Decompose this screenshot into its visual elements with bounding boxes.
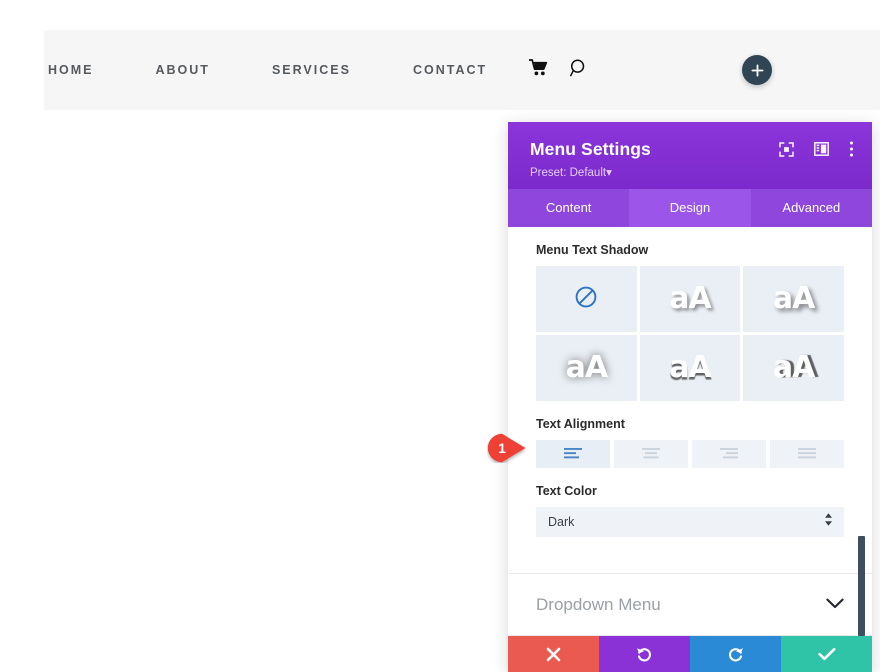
save-button[interactable] [781, 636, 872, 672]
annotation-pin-1: 1 [487, 433, 527, 463]
tab-design[interactable]: Design [629, 189, 750, 227]
check-icon [818, 647, 836, 661]
panel-tabs: Content Design Advanced [508, 189, 872, 227]
text-alignment-label: Text Alignment [536, 417, 844, 431]
align-right-button[interactable] [692, 440, 766, 468]
shadow-preview-text: aA [773, 353, 814, 383]
annotation-pin-number: 1 [487, 433, 517, 463]
align-center-button[interactable] [614, 440, 688, 468]
no-shadow-icon [574, 285, 598, 314]
shadow-option-bottom[interactable]: aA [640, 335, 741, 401]
undo-icon [636, 646, 653, 663]
shadow-preview-text: aA [773, 284, 814, 314]
shadow-option-soft-offset[interactable]: aA [640, 266, 741, 332]
chevron-down-icon [826, 596, 844, 614]
text-alignment-options [536, 440, 844, 468]
text-shadow-options: aA aA aA aA aA [536, 266, 844, 401]
redo-icon [727, 646, 744, 663]
align-justify-button[interactable] [770, 440, 844, 468]
nav-item-about[interactable]: ABOUT [156, 63, 210, 77]
panel-body: Menu Text Shadow aA [508, 227, 872, 636]
undo-button[interactable] [599, 636, 690, 672]
text-color-label: Text Color [536, 484, 844, 498]
add-circle-button[interactable] [742, 55, 772, 85]
cart-icon[interactable] [529, 59, 548, 81]
text-color-value: Dark [548, 515, 574, 529]
align-justify-icon [798, 448, 816, 460]
layout-view-icon[interactable] [814, 142, 829, 161]
preset-label: Preset: Default [530, 167, 606, 179]
nav-item-contact[interactable]: CONTACT [413, 63, 487, 77]
field-text-alignment: Text Alignment [508, 417, 872, 468]
plus-icon [751, 64, 764, 77]
panel-header: Menu Settings Preset: Default▾ [508, 122, 872, 189]
tab-advanced[interactable]: Advanced [751, 189, 872, 227]
field-text-color: Text Color Dark [508, 484, 872, 537]
shadow-option-blur-glow[interactable]: aA [536, 335, 637, 401]
shadow-preview-text: aA [669, 353, 710, 383]
panel-action-bar [508, 636, 872, 672]
panel-header-actions [779, 141, 854, 162]
nav-item-services[interactable]: SERVICES [272, 63, 351, 77]
shadow-preview-text: aA [669, 284, 710, 314]
text-color-select[interactable]: Dark [536, 507, 844, 537]
field-menu-text-shadow: Menu Text Shadow aA [508, 243, 872, 401]
close-icon [546, 647, 561, 662]
select-stepper-icon [824, 513, 833, 532]
focus-frame-icon[interactable] [779, 142, 794, 162]
shadow-option-none[interactable] [536, 266, 637, 332]
section-dropdown-menu[interactable]: Dropdown Menu [508, 574, 872, 636]
panel-scrollbar-thumb[interactable] [858, 536, 865, 636]
align-right-icon [720, 448, 738, 460]
site-nav: HOME ABOUT SERVICES CONTACT [44, 63, 521, 77]
shadow-preview-text: aA [566, 353, 607, 383]
cancel-button[interactable] [508, 636, 599, 672]
site-header-icons [529, 59, 588, 82]
menu-settings-panel: Menu Settings Preset: Default▾ [508, 122, 872, 672]
nav-item-home[interactable]: HOME [48, 63, 94, 77]
site-header: HOME ABOUT SERVICES CONTACT [44, 30, 880, 110]
preset-caret-icon: ▾ [606, 167, 612, 179]
shadow-option-right[interactable]: aA [743, 335, 844, 401]
more-vertical-icon[interactable] [849, 141, 854, 162]
tab-content[interactable]: Content [508, 189, 629, 227]
align-left-button[interactable] [536, 440, 610, 468]
align-center-icon [642, 448, 660, 460]
dropdown-menu-label: Dropdown Menu [536, 595, 661, 615]
search-icon[interactable] [570, 59, 588, 82]
shadow-option-hard-offset[interactable]: aA [743, 266, 844, 332]
preset-selector[interactable]: Preset: Default▾ [530, 165, 850, 179]
align-left-icon [564, 448, 582, 460]
app-root: HOME ABOUT SERVICES CONTACT [0, 0, 880, 672]
panel-scroll-content: Menu Text Shadow aA [508, 243, 872, 636]
redo-button[interactable] [690, 636, 781, 672]
menu-text-shadow-label: Menu Text Shadow [536, 243, 844, 257]
